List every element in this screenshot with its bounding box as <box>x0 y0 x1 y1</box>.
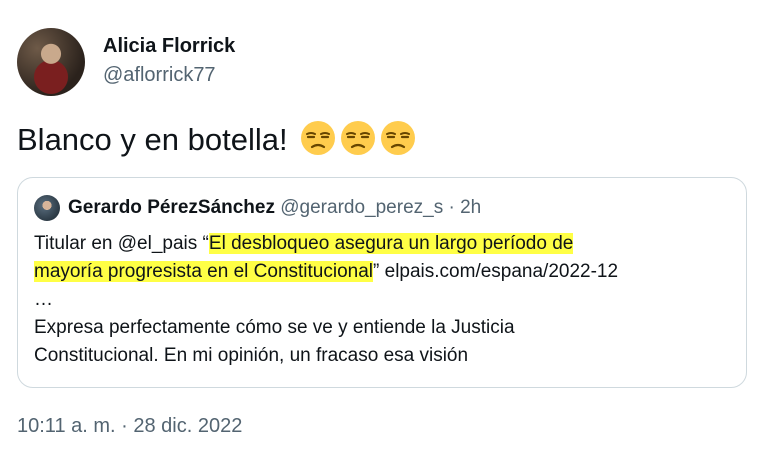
body-prefix: Titular en @el_pais “ <box>34 233 209 254</box>
body-line-5: Constitucional. En mi opinión, un fracas… <box>34 345 469 366</box>
quoted-author-name[interactable]: Gerardo PérezSánchez <box>68 197 275 218</box>
unamused-face-icon <box>340 120 376 166</box>
author-avatar[interactable] <box>17 28 85 96</box>
tweet-timestamp[interactable]: 10:11 a. m. · 28 dic. 2022 <box>17 415 242 438</box>
body-line-1: Titular en @el_pais “El desbloqueo asegu… <box>34 230 734 258</box>
tweet-text: Blanco y en botella! <box>17 120 416 166</box>
quoted-tweet-header: Gerardo PérezSánchez @gerardo_perez_s · … <box>68 197 481 219</box>
header-separator: · <box>448 197 455 218</box>
unamused-face-icon <box>380 120 416 166</box>
quoted-author-avatar[interactable] <box>34 195 60 221</box>
body-line-3: … <box>34 289 53 310</box>
author-name[interactable]: Alicia Florrick <box>103 35 235 58</box>
unamused-face-icon <box>300 120 336 166</box>
quoted-tweet-time[interactable]: 2h <box>460 197 481 218</box>
article-link[interactable]: ” elpais.com/espana/2022-12 <box>373 261 618 282</box>
highlighted-headline-part-2: mayoría progresista en el Constitucional <box>34 261 374 282</box>
quoted-tweet[interactable]: Gerardo PérezSánchez @gerardo_perez_s · … <box>17 177 747 388</box>
author-handle[interactable]: @aflorrick77 <box>103 64 216 87</box>
body-line-2: mayoría progresista en el Constitucional… <box>34 258 734 286</box>
highlighted-headline-part-1: El desbloqueo asegura un largo período d… <box>208 233 574 254</box>
quoted-tweet-body: Titular en @el_pais “El desbloqueo asegu… <box>34 230 734 370</box>
tweet-text-content: Blanco y en botella! <box>17 122 288 157</box>
body-line-4: Expresa perfectamente cómo se ve y entie… <box>34 317 515 338</box>
quoted-author-handle[interactable]: @gerardo_perez_s <box>280 197 443 218</box>
